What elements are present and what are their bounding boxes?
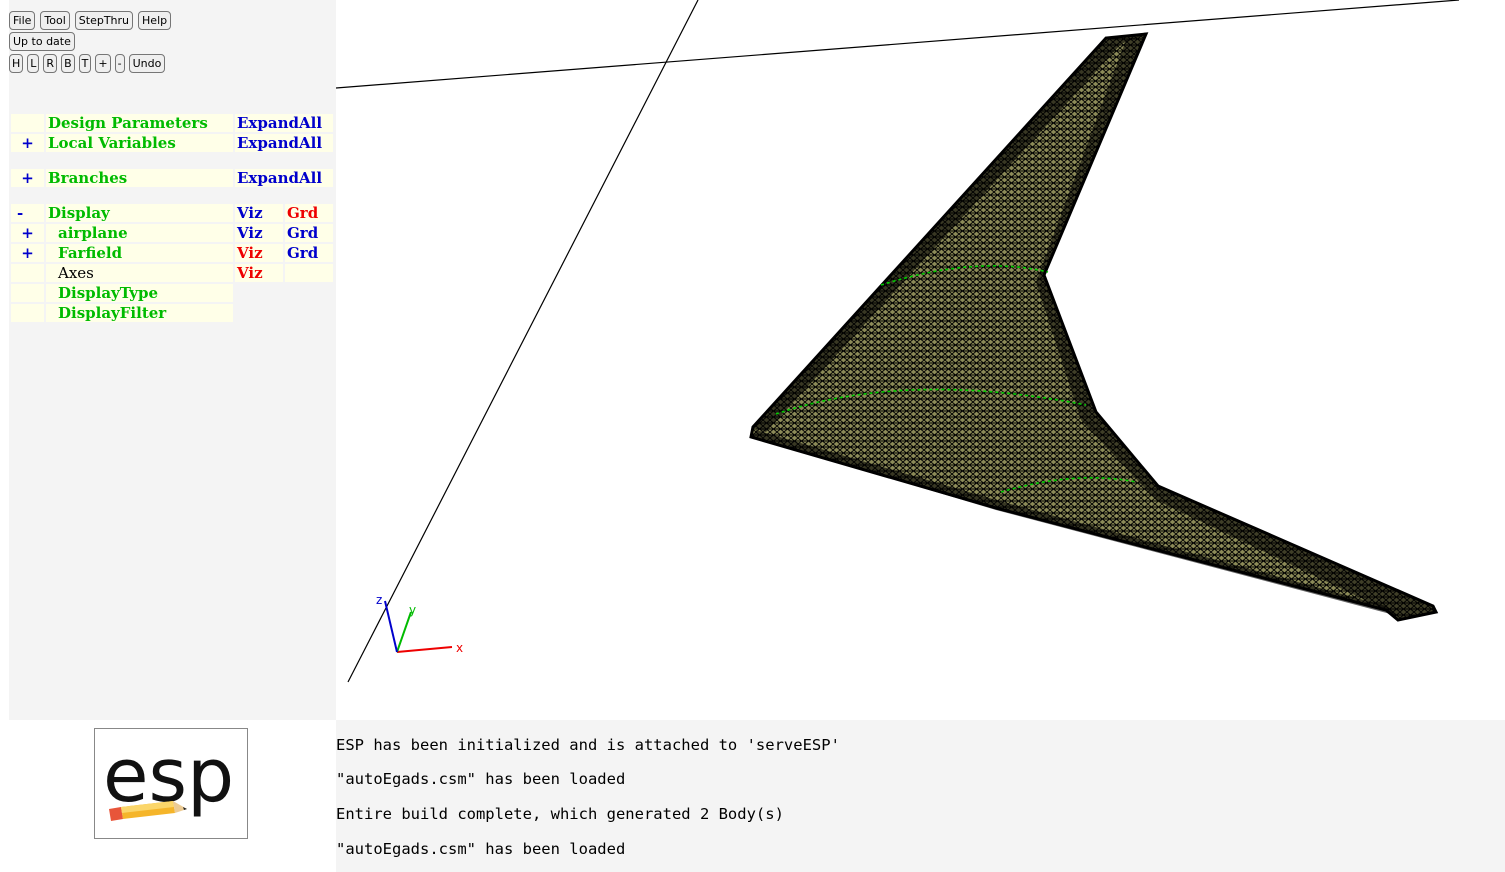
status-toolbar: Up to date bbox=[9, 32, 80, 51]
undo-button[interactable]: Undo bbox=[128, 54, 166, 73]
esp-logo: esp bbox=[94, 728, 248, 839]
local-variables-toggle[interactable]: + bbox=[11, 134, 44, 152]
farfield-viz-toggle[interactable]: Viz bbox=[235, 244, 283, 262]
y-axis-line bbox=[396, 611, 412, 653]
farfield-grd-toggle[interactable]: Grd bbox=[285, 244, 333, 262]
display-grd-toggle[interactable]: Grd bbox=[285, 204, 333, 222]
view-left-button[interactable]: L bbox=[27, 54, 40, 73]
tree-row-display: - Display Viz Grd bbox=[11, 204, 333, 222]
display-toggle[interactable]: - bbox=[11, 204, 44, 222]
design-parameters-label[interactable]: Design Parameters bbox=[46, 114, 233, 132]
message-log: ESP has been initialized and is attached… bbox=[336, 720, 1505, 872]
x-axis-line bbox=[396, 646, 453, 653]
view-home-button[interactable]: H bbox=[9, 54, 24, 73]
zoom-out-button[interactable]: - bbox=[114, 54, 125, 73]
local-variables-label[interactable]: Local Variables bbox=[46, 134, 233, 152]
tree-row-axes: Axes Viz bbox=[11, 264, 333, 282]
display-label[interactable]: Display bbox=[46, 204, 233, 222]
file-button[interactable]: File bbox=[9, 11, 36, 30]
branches-label[interactable]: Branches bbox=[46, 169, 233, 187]
zoom-in-button[interactable]: + bbox=[95, 54, 111, 73]
z-axis-line bbox=[384, 600, 398, 653]
stepthru-button[interactable]: StepThru bbox=[74, 11, 134, 30]
x-axis-label: x bbox=[456, 641, 463, 655]
branches-expandall[interactable]: ExpandAll bbox=[235, 169, 333, 187]
tool-button[interactable]: Tool bbox=[40, 11, 70, 30]
tree-row-local-variables: + Local Variables ExpandAll bbox=[11, 134, 333, 152]
graphics-viewport[interactable]: x y z bbox=[335, 0, 1505, 720]
design-parameters-expandall[interactable]: ExpandAll bbox=[235, 114, 333, 132]
farfield-label[interactable]: Farfield bbox=[46, 244, 233, 262]
tree-row-displayfilter: DisplayFilter bbox=[11, 304, 333, 322]
airplane-grd-toggle[interactable]: Grd bbox=[285, 224, 333, 242]
display-viz-toggle[interactable]: Viz bbox=[235, 204, 283, 222]
airplane-wing-mesh bbox=[749, 32, 1439, 622]
farfield-toggle[interactable]: + bbox=[11, 244, 44, 262]
displayfilter-label[interactable]: DisplayFilter bbox=[46, 304, 233, 322]
axes-label: Axes bbox=[46, 264, 233, 282]
airplane-toggle[interactable]: + bbox=[11, 224, 44, 242]
farfield-edge-left bbox=[347, 0, 699, 683]
message-line: "autoEgads.csm" has been loaded bbox=[336, 770, 626, 788]
viewport-canvas[interactable]: x y z bbox=[335, 0, 1505, 720]
tree-row-airplane: + airplane Viz Grd bbox=[11, 224, 333, 242]
farfield-edge-top bbox=[335, 0, 1460, 89]
airplane-label[interactable]: airplane bbox=[46, 224, 233, 242]
local-variables-expandall[interactable]: ExpandAll bbox=[235, 134, 333, 152]
tree-row-design-parameters: Design Parameters ExpandAll bbox=[11, 114, 333, 132]
help-button[interactable]: Help bbox=[138, 11, 172, 30]
y-axis-label: y bbox=[409, 603, 416, 617]
view-toolbar: H L R B T + - Undo bbox=[9, 54, 170, 73]
message-line: Entire build complete, which generated 2… bbox=[336, 805, 784, 823]
tree-table: Design Parameters ExpandAll + Local Vari… bbox=[9, 112, 335, 324]
view-right-button[interactable]: R bbox=[43, 54, 58, 73]
view-bottom-button[interactable]: B bbox=[61, 54, 75, 73]
tree-row-farfield: + Farfield Viz Grd bbox=[11, 244, 333, 262]
view-top-button[interactable]: T bbox=[78, 54, 92, 73]
tree-row-displaytype: DisplayType bbox=[11, 284, 333, 302]
main-toolbar: File Tool StepThru Help bbox=[9, 11, 176, 30]
build-status-button[interactable]: Up to date bbox=[9, 32, 75, 51]
branches-toggle[interactable]: + bbox=[11, 169, 44, 187]
left-panel: File Tool StepThru Help Up to date H L R… bbox=[9, 0, 336, 720]
z-axis-label: z bbox=[376, 593, 382, 607]
airplane-viz-toggle[interactable]: Viz bbox=[235, 224, 283, 242]
message-line: ESP has been initialized and is attached… bbox=[336, 736, 840, 754]
displaytype-label[interactable]: DisplayType bbox=[46, 284, 233, 302]
axes-viz-toggle[interactable]: Viz bbox=[235, 264, 283, 282]
message-line: "autoEgads.csm" has been loaded bbox=[336, 840, 626, 858]
tree-row-branches: + Branches ExpandAll bbox=[11, 169, 333, 187]
